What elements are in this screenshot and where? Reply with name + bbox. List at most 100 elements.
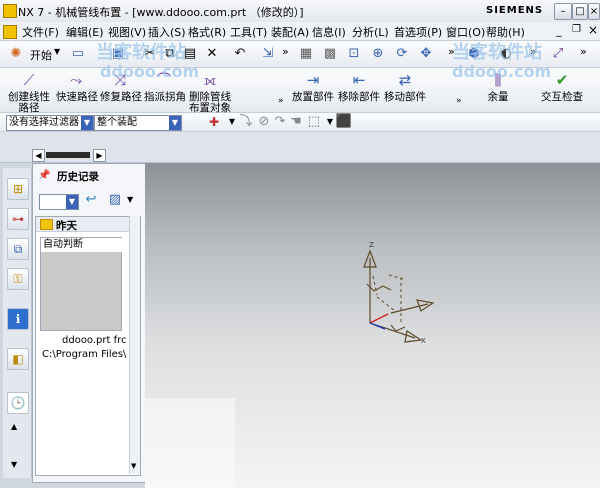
window-title: NX 7 - 机械管线布置 - [www.ddooo.com.prt （修改的）… (18, 6, 304, 19)
check-icon: ✔ (555, 71, 569, 89)
history-file-name: ddooo.prt frc (62, 335, 127, 346)
menu-format[interactable]: 格式(R) (188, 24, 226, 40)
pan-icon[interactable]: ✥ (416, 44, 436, 64)
snap-view-icon[interactable]: ⤢ (548, 44, 568, 64)
minimize-button[interactable]: – (554, 3, 572, 20)
undo-icon[interactable]: ↶ (230, 44, 250, 64)
x-axis-label: X (421, 337, 426, 345)
delete-routing-icon: ⟗ (203, 71, 217, 89)
z-dash (372, 275, 378, 296)
zoom-area-icon[interactable]: ⊡ (344, 44, 364, 64)
toolbar-chevron-icon[interactable]: » (580, 45, 587, 58)
stock-label: 余量 (487, 91, 509, 103)
tabs-right-arrow-icon[interactable]: ▶ (93, 149, 106, 162)
part-cube-icon[interactable]: ⬛ (334, 112, 354, 132)
assembly-navigator-icon[interactable]: ⊞ (7, 178, 29, 200)
repair-path-label: 修复路径 (100, 91, 142, 103)
close-button[interactable]: × (588, 3, 600, 20)
remove-part-label: 移除部件 (338, 91, 380, 103)
quick-path-icon: ⤳ (69, 71, 82, 89)
start-button[interactable]: 开始 (30, 47, 52, 63)
scroll-down-icon[interactable]: ▼ (131, 462, 136, 470)
watermark-text: 当客软件站 (96, 42, 186, 63)
new-file-icon[interactable]: ▭ (68, 44, 88, 64)
right-arrow-icon (416, 299, 435, 312)
linear-path-icon: ⟋ (23, 71, 35, 89)
tab-strip (46, 152, 90, 158)
menu-analysis[interactable]: 分析(L) (352, 24, 389, 40)
place-part-icon: ⇥ (306, 71, 320, 89)
view-dropdown-icon[interactable]: ▼ (127, 195, 133, 204)
tabs-left-arrow-icon[interactable]: ◀ (32, 149, 45, 162)
remove-part-button[interactable]: ⇤ 移除部件 (338, 70, 380, 103)
scroll-down-icon[interactable]: ▼ (11, 460, 17, 469)
toolbar-chevron-icon[interactable]: » (282, 45, 289, 58)
chevron-down-icon: ▼ (81, 116, 93, 130)
history-list: 昨天 自动判断 ddooo.prt frc C:\Program Files\ (35, 216, 141, 476)
menu-file[interactable]: 文件(F) (22, 24, 59, 40)
app-menu-icon[interactable] (3, 25, 17, 39)
create-linear-path-button[interactable]: ⟋ 创建线性 路径 (8, 70, 50, 114)
palette-icon[interactable]: ◧ (7, 348, 29, 370)
menu-assembly[interactable]: 装配(A) (271, 24, 309, 40)
doc-close-icon[interactable]: × (588, 23, 598, 37)
toolbar-chevron-icon[interactable]: » (278, 96, 284, 106)
z-axis-label: Z (369, 241, 374, 249)
back-arrow-icon[interactable]: ↩ (81, 190, 101, 210)
history-panel-title: 历史记录 (57, 171, 99, 183)
arrow-curve-icon[interactable]: ⤵ (236, 112, 256, 132)
web-browser-icon[interactable]: ℹ (7, 308, 29, 330)
move-part-button[interactable]: ⇄ 移动部件 (384, 70, 426, 103)
menu-tools[interactable]: 工具(T) (230, 24, 267, 40)
hand-icon[interactable]: ☚ (286, 112, 306, 132)
constraint-navigator-icon[interactable]: ⊶ (7, 208, 29, 230)
interference-check-label: 交互检查 (541, 91, 583, 103)
start-icon[interactable]: ✺ (6, 44, 26, 64)
delete-icon[interactable]: ✕ (202, 44, 222, 64)
part-navigator-icon[interactable]: ⧉ (7, 238, 29, 260)
selection-filter-value: 没有选择过滤器 (9, 117, 79, 128)
reuse-library-icon[interactable]: ⚿ (7, 268, 29, 290)
place-part-button[interactable]: ⇥ 放置部件 (292, 70, 334, 103)
start-dropdown-icon[interactable]: ▼ (54, 47, 60, 56)
move-part-icon: ⇄ (398, 71, 412, 89)
menu-info[interactable]: 信息(I) (312, 24, 346, 40)
history-file-path: C:\Program Files\ (42, 349, 127, 360)
title-bar: NX 7 - 机械管线布置 - [www.ddooo.com.prt （修改的）… (0, 0, 600, 23)
pin-icon[interactable]: 📌 (38, 170, 50, 181)
move-part-label: 移动部件 (384, 91, 426, 103)
history-scrollbar[interactable]: ▼ (129, 216, 140, 474)
x-axis-arrow-icon (404, 330, 423, 343)
history-filter-dropdown[interactable]: ▼ (39, 194, 79, 210)
viewport-blank-patch (145, 398, 235, 488)
resource-bar-tabs: ◀ ▶ (0, 132, 600, 163)
zoom-icon[interactable]: ⊕ (368, 44, 388, 64)
snap-point-icon[interactable]: ✚ (204, 112, 224, 132)
doc-minimize-icon[interactable]: _ (556, 24, 562, 37)
folder-icon (40, 219, 53, 230)
history-icon[interactable]: 🕒 (7, 392, 29, 414)
triad-red-line (369, 313, 389, 324)
fit-view-icon[interactable]: ▦ (296, 44, 316, 64)
quick-path-label: 快速路径 (56, 91, 98, 103)
doc-restore-icon[interactable]: ❐ (572, 24, 581, 35)
selection-filter-dropdown[interactable]: 没有选择过滤器 ▼ (6, 115, 94, 131)
toolbar-chevron-icon[interactable]: » (456, 96, 462, 106)
selection-toolbar: 没有选择过滤器 ▼ 整个装配 ▼ ✚ ▼ ⤵ ⊘ ↷ ☚ ⬚ ▼ ⬛ (0, 113, 600, 132)
menu-preferences[interactable]: 首选项(P) (394, 24, 442, 40)
watermark-domain: ddooo.com (100, 62, 200, 81)
place-part-label: 放置部件 (292, 91, 334, 103)
watermark-text: 当客软件站 (452, 42, 542, 63)
maximize-button[interactable]: □ (572, 3, 588, 20)
command-finder-icon[interactable]: ⇲ (258, 44, 278, 64)
history-entry[interactable]: 自动判断 (40, 237, 123, 331)
rotate-icon[interactable]: ⟳ (392, 44, 412, 64)
siemens-logo: SIEMENS (486, 5, 544, 16)
graphics-window[interactable]: Z X (145, 163, 600, 488)
view-thumbnail-icon[interactable]: ▨ (105, 190, 125, 210)
quick-path-button[interactable]: ⤳ 快速路径 (56, 70, 98, 103)
zoom-box-icon[interactable]: ▩ (320, 44, 340, 64)
history-group-header[interactable]: 昨天 (36, 217, 140, 232)
selection-scope-dropdown[interactable]: 整个装配 ▼ (94, 115, 182, 131)
scroll-up-icon[interactable]: ▲ (11, 422, 17, 431)
